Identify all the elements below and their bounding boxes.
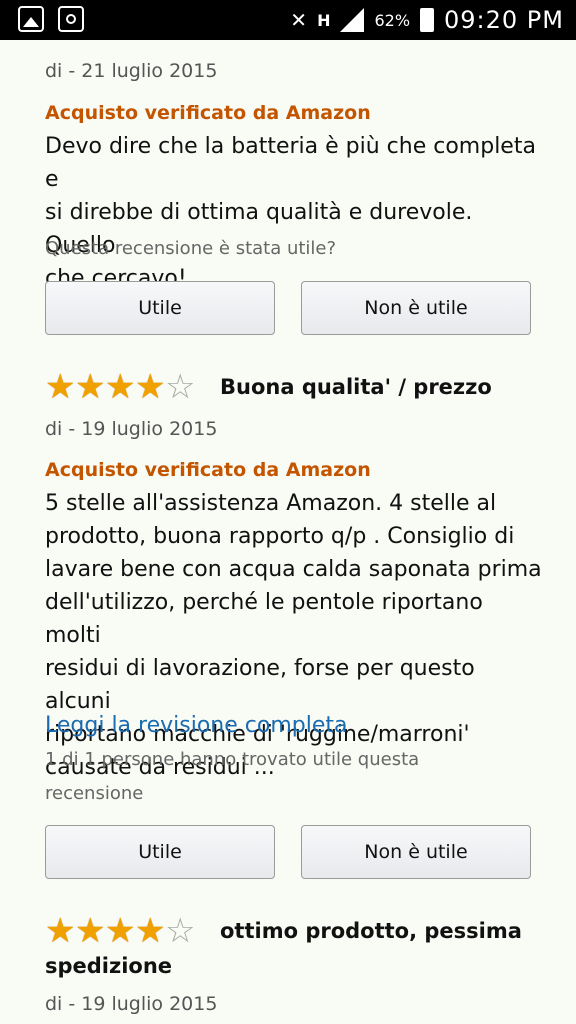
review-text-line: dell'utilizzo, perché le pentole riporta…: [45, 590, 483, 648]
mute-icon: ✕: [290, 8, 308, 32]
review-title-continued: spedizione: [45, 954, 173, 978]
star-full-icon: ★: [135, 367, 166, 407]
battery-percentage: 62%: [374, 10, 411, 30]
helpful-count-line: recensione: [45, 783, 144, 804]
helpful-button[interactable]: Utile: [45, 825, 275, 879]
signal-icon: [340, 8, 365, 32]
star-rating: ★ ★ ★ ★ ☆: [45, 370, 195, 404]
helpful-count: 1 di 1 persone hanno trovato utile quest…: [45, 743, 465, 811]
review-text: Devo dire che la batteria è più che comp…: [45, 130, 545, 295]
star-full-icon: ★: [75, 911, 106, 951]
review-title: Buona qualita' / prezzo: [220, 375, 492, 399]
helpful-button[interactable]: Utile: [45, 281, 275, 335]
clock: 09:20 PM: [444, 6, 564, 34]
verified-purchase-label: Acquisto verificato da Amazon: [45, 102, 371, 124]
instagram-notification-icon: [58, 6, 84, 32]
review-text-line: lavare bene con acqua calda saponata pri…: [45, 557, 542, 582]
image-notification-icon: [18, 6, 44, 32]
status-bar: ✕ H 62% 09:20 PM: [0, 0, 576, 40]
star-full-icon: ★: [105, 367, 136, 407]
star-full-icon: ★: [135, 911, 166, 951]
network-type: H: [317, 10, 331, 30]
review-date: di - 19 luglio 2015: [45, 418, 218, 440]
review-text-line: prodotto, buona rapporto q/p . Consiglio…: [45, 524, 515, 549]
star-full-icon: ★: [45, 911, 76, 951]
not-helpful-button[interactable]: Non è utile: [301, 281, 531, 335]
helpful-count-line: 1 di 1 persone hanno trovato utile quest…: [45, 749, 420, 770]
review-text-line: Devo dire che la batteria è più che comp…: [45, 134, 536, 192]
review-text: 5 stelle all'assistenza Amazon. 4 stelle…: [45, 487, 545, 784]
verified-purchase-label: Acquisto verificato da Amazon: [45, 459, 371, 481]
review-title: ottimo prodotto, pessima: [220, 919, 522, 943]
star-full-icon: ★: [45, 367, 76, 407]
star-full-icon: ★: [75, 367, 106, 407]
star-empty-icon: ☆: [165, 367, 196, 407]
review-text-line: residui di lavorazione, forse per questo…: [45, 656, 475, 714]
review-date: di - 21 luglio 2015: [45, 60, 218, 82]
review-text-line: 5 stelle all'assistenza Amazon. 4 stelle…: [45, 491, 497, 516]
helpful-question: Questa recensione è stata utile?: [45, 238, 337, 259]
star-full-icon: ★: [105, 911, 136, 951]
read-full-review-link[interactable]: Leggi la revisione completa: [45, 713, 347, 738]
battery-icon: [420, 8, 435, 32]
not-helpful-button[interactable]: Non è utile: [301, 825, 531, 879]
star-empty-icon: ☆: [165, 911, 196, 951]
review-date: di - 19 luglio 2015: [45, 993, 218, 1015]
star-rating: ★ ★ ★ ★ ☆: [45, 914, 195, 948]
